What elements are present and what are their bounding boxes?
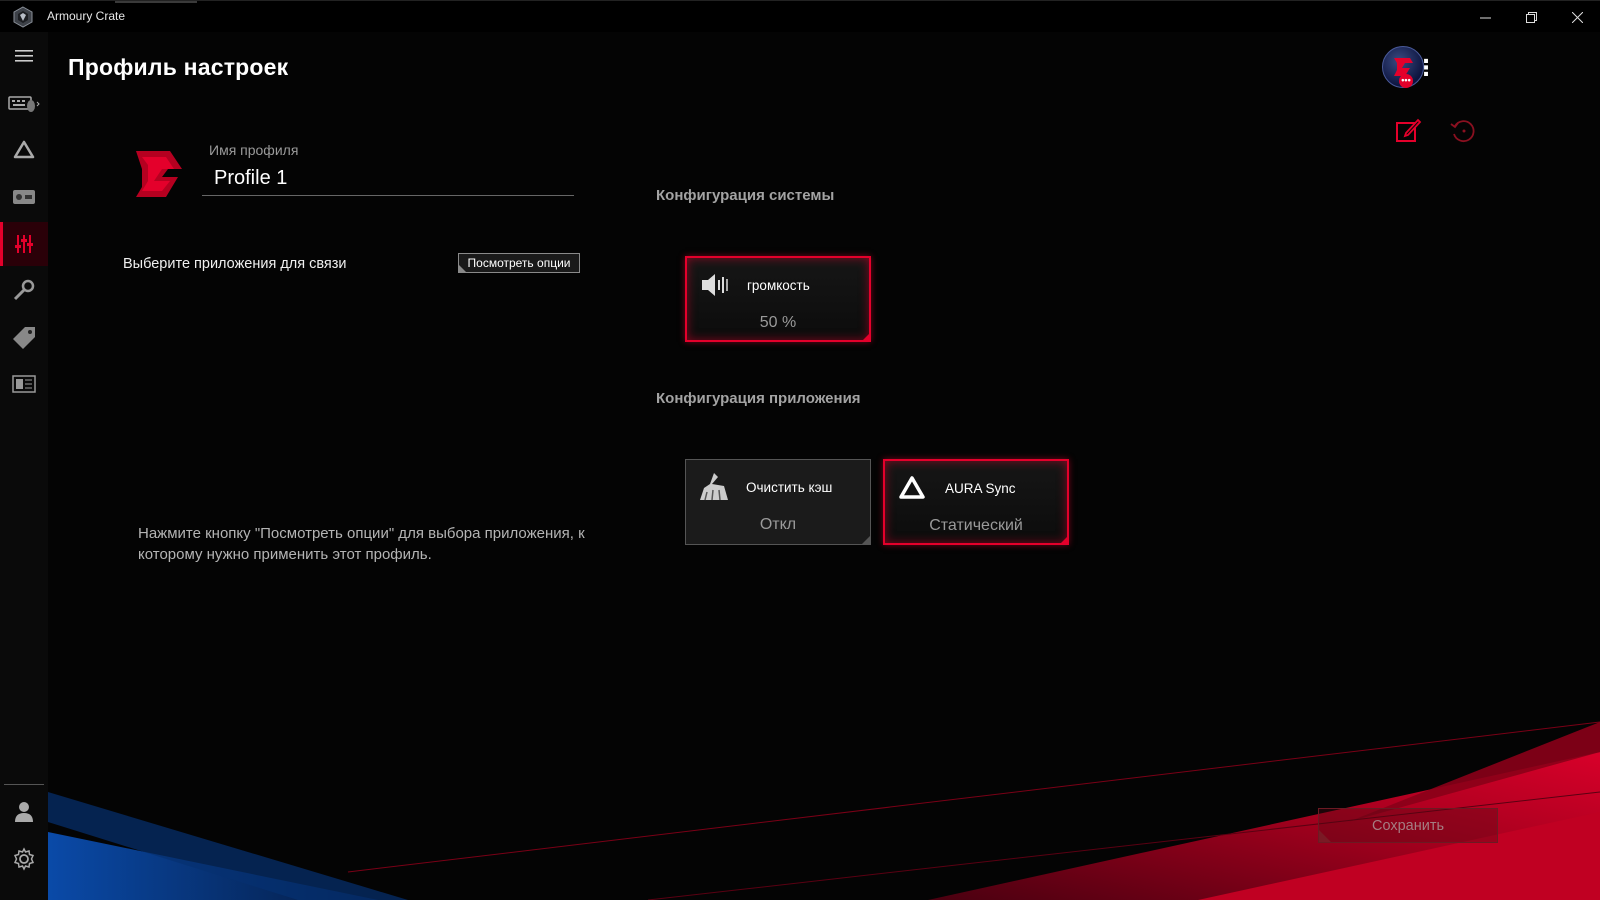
- clear-cache-card[interactable]: Очистить кэш Откл: [685, 459, 871, 545]
- sidebar-item-news[interactable]: [0, 362, 48, 406]
- sidebar-item-aura[interactable]: [0, 128, 48, 172]
- gear-icon: [13, 847, 35, 871]
- main-panel: Профиль настроек ••• ⋮ Имя профиля Выбер…: [48, 32, 1600, 900]
- profile-name-input[interactable]: [202, 162, 574, 196]
- more-options-button[interactable]: ⋮: [1412, 52, 1440, 84]
- card-corner-accent: [861, 535, 871, 545]
- sidebar: [0, 32, 49, 900]
- volume-card-title: громкость: [747, 278, 810, 293]
- title-bar: Armoury Crate: [0, 0, 1600, 33]
- sidebar-item-devices[interactable]: [0, 82, 48, 126]
- speaker-icon: [702, 274, 728, 296]
- restore-icon: [1525, 11, 1537, 23]
- aura-icon: [13, 140, 35, 159]
- minimize-button[interactable]: [1462, 1, 1508, 33]
- news-icon: [12, 375, 36, 393]
- save-button[interactable]: Сохранить: [1318, 808, 1498, 843]
- system-config-title: Конфигурация системы: [656, 187, 835, 204]
- sidebar-item-scenario-profiles[interactable]: [0, 222, 48, 266]
- select-apps-label: Выберите приложения для связи: [123, 256, 347, 272]
- sidebar-item-tools[interactable]: [0, 268, 48, 312]
- aura-sync-card-title: AURA Sync: [945, 481, 1016, 496]
- app-title: Armoury Crate: [47, 9, 126, 23]
- sidebar-item-settings[interactable]: [0, 837, 48, 881]
- aura-sync-icon: [899, 476, 925, 499]
- volume-card-value: 50 %: [759, 314, 797, 331]
- sidebar-item-deals[interactable]: [0, 315, 48, 359]
- armoury-crate-logo-icon: [13, 6, 33, 28]
- app-config-title: Конфигурация приложения: [656, 390, 861, 407]
- menu-icon: [15, 50, 33, 62]
- wrench-icon: [13, 279, 35, 301]
- tag-icon: [13, 327, 35, 349]
- broom-icon: [700, 473, 728, 501]
- user-icon: [15, 802, 33, 822]
- profile-logo-icon: [136, 151, 182, 197]
- aura-sync-card-value: Статический: [929, 517, 1023, 534]
- reset-icon[interactable]: [1448, 116, 1478, 146]
- sidebar-item-user-center[interactable]: [0, 790, 48, 834]
- view-options-hint: Нажмите кнопку "Посмотреть опции" для вы…: [138, 525, 585, 563]
- volume-card[interactable]: громкость 50 %: [685, 256, 871, 342]
- view-options-button[interactable]: Посмотреть опции: [458, 253, 580, 273]
- game-visual-icon: [13, 190, 35, 204]
- sidebar-item-game-visual[interactable]: [0, 175, 48, 219]
- edit-icon[interactable]: [1394, 116, 1422, 144]
- scenario-profiles-icon: [15, 235, 33, 253]
- restore-button[interactable]: [1508, 1, 1554, 33]
- menu-button[interactable]: [0, 34, 48, 78]
- minimize-icon: [1479, 17, 1491, 18]
- sidebar-divider: [4, 784, 44, 785]
- close-button[interactable]: [1554, 1, 1600, 33]
- page-title: Профиль настроек: [68, 54, 289, 80]
- profile-name-label: Имя профиля: [209, 142, 299, 158]
- card-corner-accent: [1059, 535, 1069, 545]
- devices-icon: [8, 96, 40, 112]
- clear-cache-card-value: Откл: [759, 516, 797, 533]
- card-corner-accent: [861, 332, 871, 342]
- clear-cache-card-title: Очистить кэш: [746, 480, 833, 495]
- notification-badge: •••: [1399, 74, 1413, 88]
- aura-sync-card[interactable]: AURA Sync Статический: [883, 459, 1069, 545]
- title-bar-accent: [115, 1, 197, 3]
- close-icon: [1571, 11, 1583, 23]
